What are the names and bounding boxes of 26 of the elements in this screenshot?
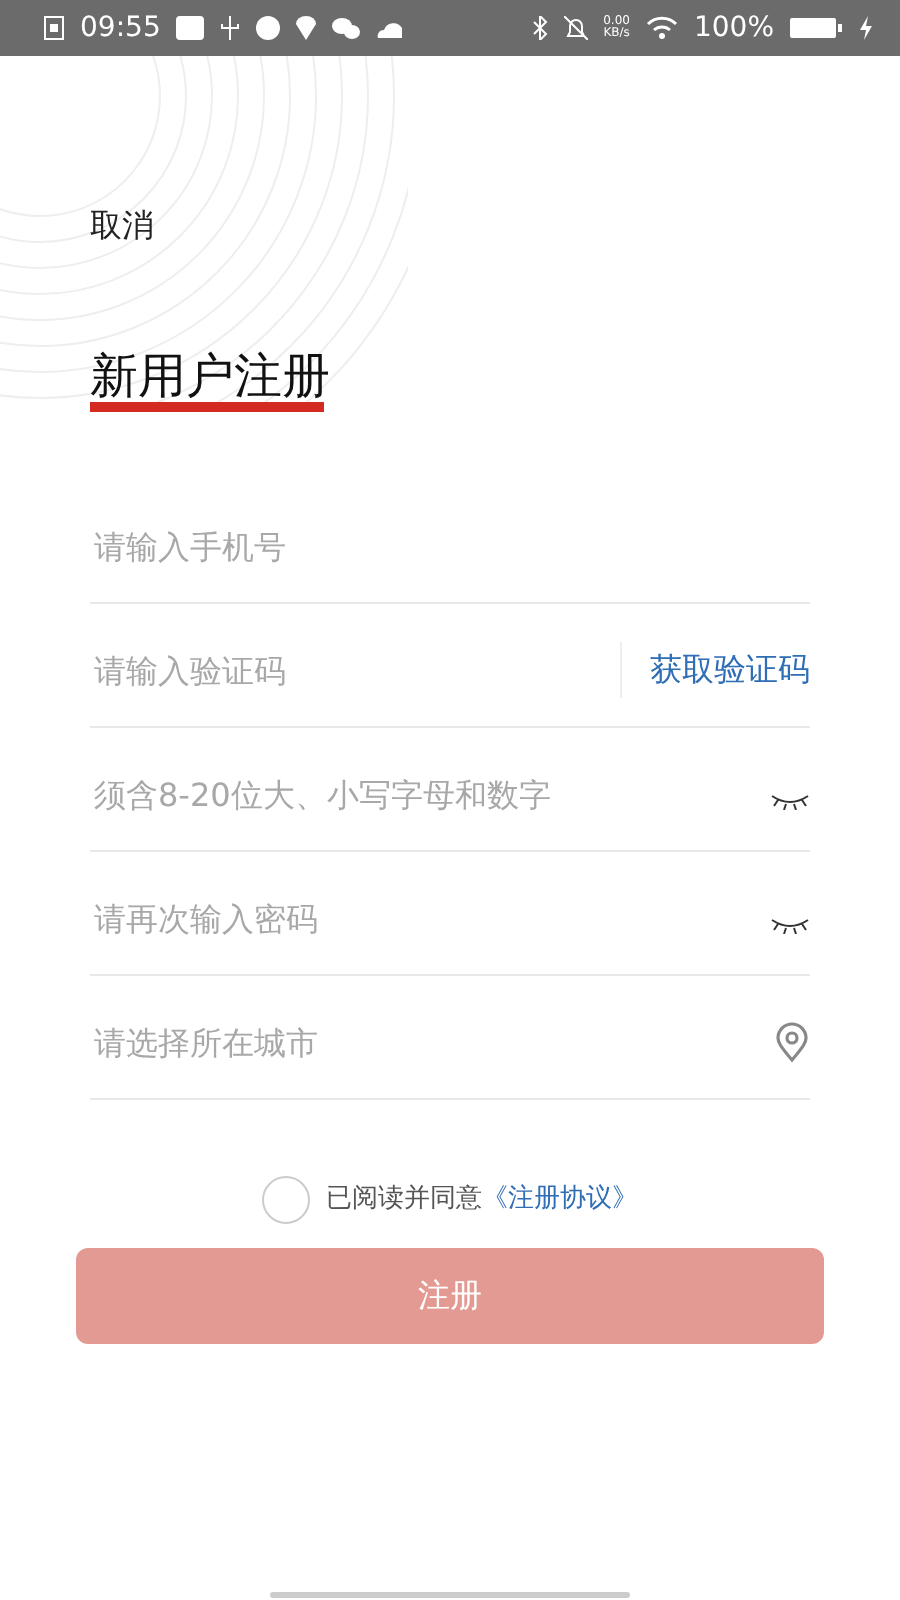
input-field[interactable]: 请输入验证码 <box>90 630 620 710</box>
input-field[interactable]: 须含8-20位大、小写字母和数字 <box>90 754 770 834</box>
agreement-text: 已阅读并同意《注册协议》 <box>326 1182 638 1219</box>
input-field[interactable]: 请选择所在城市 <box>90 1002 774 1082</box>
charging-icon <box>858 16 872 40</box>
chat-icon <box>332 16 361 40</box>
cloud-icon <box>376 18 405 38</box>
status-time: 09:55 <box>80 9 161 47</box>
file-icon <box>44 16 64 40</box>
wifi-icon <box>645 16 678 40</box>
get-code-button[interactable]: 获取验证码 <box>620 642 810 698</box>
muted-bell-icon <box>563 16 588 40</box>
agreement-link[interactable]: 《注册协议》 <box>482 1184 638 1215</box>
input-field[interactable]: 请再次输入密码 <box>90 878 770 958</box>
battery-icon <box>790 16 842 40</box>
location-pin-icon <box>296 16 317 40</box>
closed-eye-icon[interactable] <box>770 794 810 810</box>
usb-icon <box>220 16 241 40</box>
bluetooth-icon <box>531 16 548 40</box>
cancel-button[interactable]: 取消 <box>90 202 154 250</box>
agree-checkbox[interactable] <box>262 1176 310 1224</box>
page-title: 新用户注册 <box>90 346 330 406</box>
location-pin-icon[interactable] <box>774 1022 810 1062</box>
closed-eye-icon[interactable] <box>770 918 810 934</box>
battery-percent: 100% <box>693 9 774 47</box>
input-field[interactable]: 请输入手机号 <box>90 506 810 586</box>
